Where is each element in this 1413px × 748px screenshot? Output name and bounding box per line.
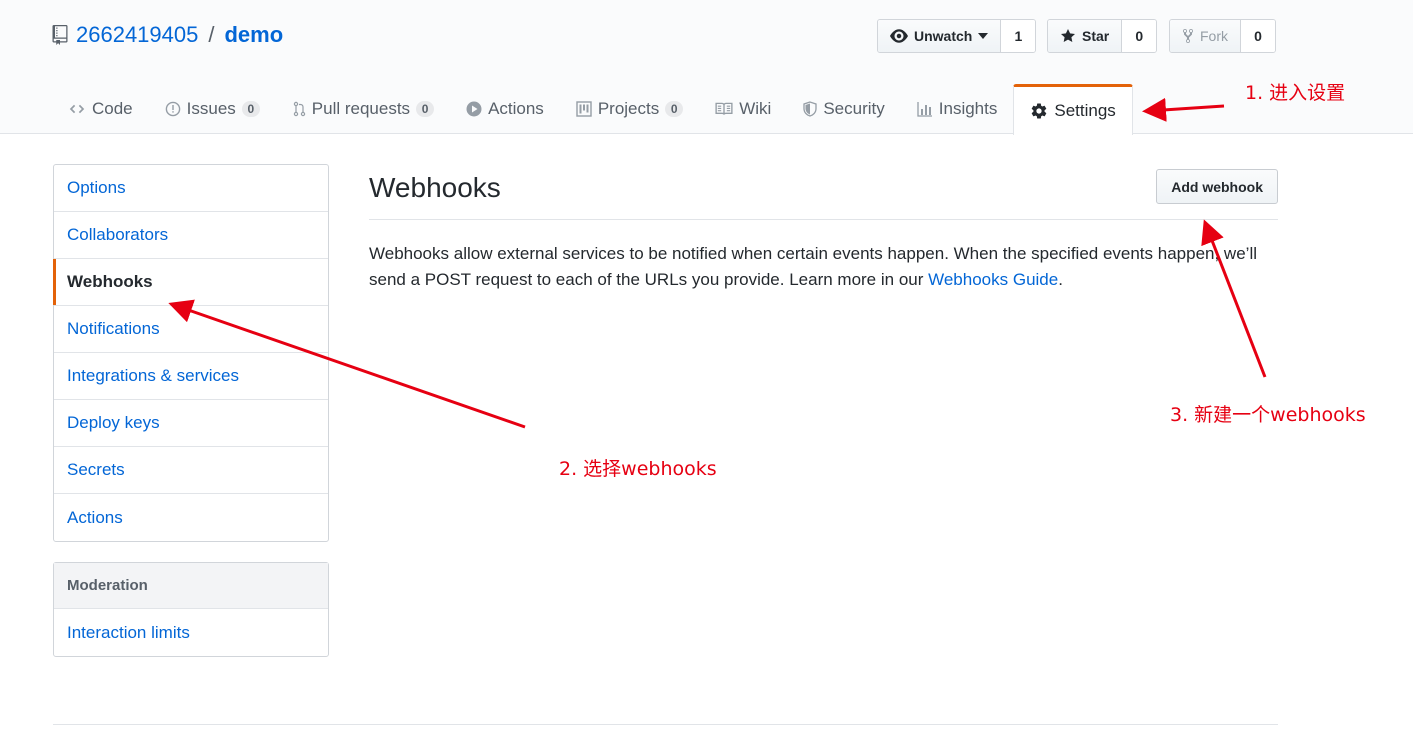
webhooks-subhead: Webhooks Add webhook [369, 164, 1278, 220]
moderation-heading: Moderation [54, 563, 328, 609]
shield-icon [803, 101, 817, 117]
repo-header: 2662419405 / demo Unwatch 1 Star 0 Fork [0, 0, 1413, 135]
pull-requests-counter: 0 [416, 101, 435, 117]
page-title: Webhooks [369, 172, 501, 203]
star-group: Star 0 [1047, 19, 1158, 53]
tab-issues-label: Issues [186, 99, 236, 118]
annotation-step1: 1. 进入设置 [1245, 82, 1346, 104]
watch-group: Unwatch 1 [877, 19, 1037, 53]
webhooks-description: Webhooks allow external services to be n… [369, 241, 1281, 293]
tab-actions-label: Actions [488, 99, 544, 118]
tab-actions[interactable]: Actions [450, 84, 560, 134]
tab-insights-label: Insights [938, 99, 998, 118]
tab-settings-label: Settings [1054, 101, 1116, 120]
tab-insights[interactable]: Insights [901, 84, 1014, 134]
tab-wiki-label: Wiki [739, 99, 772, 118]
menu-item-options[interactable]: Options [54, 165, 328, 212]
repo-owner-link[interactable]: 2662419405 [76, 22, 198, 48]
settings-menu: Options Collaborators Webhooks Notificat… [53, 164, 329, 542]
project-icon [576, 101, 592, 117]
menu-item-interaction-limits[interactable]: Interaction limits [54, 609, 328, 656]
annotation-step2: 2. 选择webhooks [559, 458, 717, 480]
menu-item-integrations[interactable]: Integrations & services [54, 353, 328, 400]
book-icon [715, 102, 733, 115]
tab-projects[interactable]: Projects 0 [560, 84, 699, 134]
annotation-step3: 3. 新建一个webhooks [1170, 404, 1366, 426]
tab-code-label: Code [92, 99, 133, 118]
description-end: . [1058, 270, 1063, 289]
issues-counter: 0 [241, 101, 260, 117]
menu-item-secrets[interactable]: Secrets [54, 447, 328, 494]
moderation-menu: Moderation Interaction limits [53, 562, 329, 657]
stars-count[interactable]: 0 [1122, 20, 1157, 52]
star-icon [1061, 29, 1075, 42]
play-icon [466, 101, 482, 117]
fork-button[interactable]: Fork [1170, 20, 1241, 52]
code-icon [69, 104, 85, 114]
star-label: Star [1082, 28, 1110, 44]
add-webhook-button[interactable]: Add webhook [1156, 169, 1278, 204]
menu-item-actions[interactable]: Actions [54, 494, 328, 541]
watchers-count[interactable]: 1 [1001, 20, 1036, 52]
description-text: Webhooks allow external services to be n… [369, 244, 1257, 289]
repo-separator: / [208, 22, 215, 47]
webhooks-guide-link[interactable]: Webhooks Guide [928, 270, 1058, 289]
tab-pull-requests[interactable]: Pull requests 0 [276, 84, 450, 134]
menu-item-webhooks[interactable]: Webhooks [53, 259, 328, 306]
fork-icon [1183, 28, 1193, 44]
fork-group: Fork 0 [1169, 19, 1276, 53]
graph-icon [917, 102, 932, 117]
git-pull-request-icon [293, 101, 305, 117]
fork-label: Fork [1200, 28, 1228, 44]
tab-issues[interactable]: Issues 0 [149, 84, 276, 134]
tab-security-label: Security [823, 99, 885, 118]
unwatch-button[interactable]: Unwatch [878, 20, 1002, 52]
tab-security[interactable]: Security [787, 84, 900, 134]
tab-projects-label: Projects [597, 99, 660, 118]
repo-nav-tabs: Code Issues 0 Pull requests 0 Actions Pr… [52, 84, 1133, 135]
eye-icon [890, 29, 908, 43]
repo-title: 2662419405 / demo [52, 22, 283, 48]
tab-wiki[interactable]: Wiki [699, 84, 787, 134]
menu-item-deploy-keys[interactable]: Deploy keys [54, 400, 328, 447]
tab-pull-requests-label: Pull requests [311, 99, 411, 118]
repo-name-link[interactable]: demo [224, 22, 283, 48]
tab-settings[interactable]: Settings [1013, 84, 1133, 135]
star-button[interactable]: Star [1048, 20, 1123, 52]
unwatch-label: Unwatch [914, 28, 973, 44]
repo-icon [52, 25, 68, 45]
issue-opened-icon [165, 101, 180, 117]
projects-counter: 0 [665, 101, 684, 117]
caret-down-icon [978, 33, 989, 39]
menu-item-notifications[interactable]: Notifications [54, 306, 328, 353]
footer-divider [53, 724, 1278, 725]
tab-code[interactable]: Code [52, 84, 149, 134]
gear-icon [1032, 103, 1047, 119]
menu-item-collaborators[interactable]: Collaborators [54, 212, 328, 259]
forks-count[interactable]: 0 [1241, 20, 1275, 52]
